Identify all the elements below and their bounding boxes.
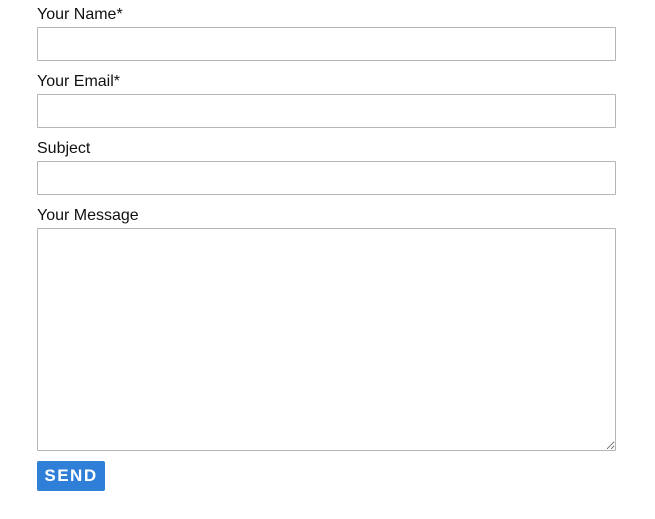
message-textarea[interactable] xyxy=(37,228,616,451)
send-button[interactable]: SEND xyxy=(37,461,105,491)
subject-input[interactable] xyxy=(37,161,616,195)
message-label: Your Message xyxy=(37,207,139,224)
name-label: Your Name* xyxy=(37,6,123,23)
subject-label: Subject xyxy=(37,140,91,157)
contact-form: Your Name* Your Email* Subject Your Mess… xyxy=(37,0,616,491)
email-label: Your Email* xyxy=(37,73,121,90)
email-input[interactable] xyxy=(37,94,616,128)
name-input[interactable] xyxy=(37,27,616,61)
